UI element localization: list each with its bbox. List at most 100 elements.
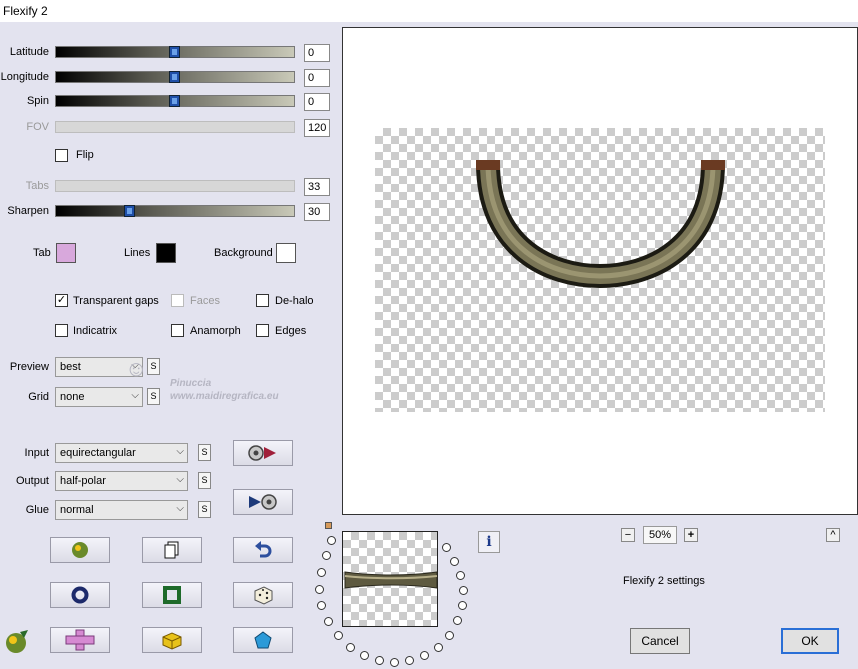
frame-icon: [163, 586, 181, 604]
output-select[interactable]: half-polar ⌵: [55, 471, 188, 491]
zoom-out-button[interactable]: −: [621, 528, 635, 542]
window-title: Flexify 2: [3, 4, 48, 18]
orbit-dot[interactable]: [346, 643, 355, 652]
anamorph-label: Anamorph: [190, 325, 241, 337]
transparent-gaps-checkbox[interactable]: ✓: [55, 294, 68, 307]
spin-input[interactable]: 0: [304, 93, 330, 111]
cancel-button[interactable]: Cancel: [630, 628, 690, 654]
sharpen-label: Sharpen: [7, 205, 49, 217]
tab-color-swatch[interactable]: [56, 243, 76, 263]
fov-input[interactable]: 120: [304, 119, 330, 137]
edges-checkbox[interactable]: [256, 324, 269, 337]
orbit-dot[interactable]: [375, 656, 384, 665]
transparent-gaps-label: Transparent gaps: [73, 295, 159, 307]
info-button[interactable]: i: [478, 531, 500, 553]
cross-net-icon: [65, 629, 95, 651]
latitude-label: Latitude: [9, 46, 49, 58]
anamorph-checkbox[interactable]: [171, 324, 184, 337]
frame-button[interactable]: [142, 582, 202, 608]
orbit-dot[interactable]: [334, 631, 343, 640]
lines-color-swatch[interactable]: [156, 243, 176, 263]
grid-s-button[interactable]: S: [147, 388, 160, 405]
tabs-input[interactable]: 33: [304, 178, 330, 196]
dice-icon: [254, 586, 273, 605]
orbit-dot[interactable]: [360, 651, 369, 660]
preview-panel[interactable]: [342, 27, 858, 515]
orbit-dot[interactable]: [459, 586, 468, 595]
orbit-dot[interactable]: [324, 617, 333, 626]
fov-slider: [55, 121, 295, 133]
watermark-name: Pinuccia: [170, 378, 212, 389]
zoom-in-button[interactable]: +: [684, 528, 698, 542]
orbit-dot[interactable]: [434, 643, 443, 652]
cross-net-button[interactable]: [50, 627, 110, 653]
indicatrix-checkbox[interactable]: [55, 324, 68, 337]
latitude-thumb[interactable]: [169, 46, 180, 58]
orbit-dot[interactable]: [458, 601, 467, 610]
orbit-dot[interactable]: [456, 571, 465, 580]
input-s-button[interactable]: S: [198, 444, 211, 461]
randomize-planet-button[interactable]: [50, 537, 110, 563]
faces-checkbox: [171, 294, 184, 307]
orbit-handle-icon[interactable]: [325, 522, 332, 529]
sharpen-slider[interactable]: [55, 205, 295, 217]
zoom-level[interactable]: 50%: [643, 526, 677, 544]
cube-icon: [162, 632, 182, 650]
output-to-input-button[interactable]: [233, 489, 293, 515]
random-dice-button[interactable]: [233, 582, 293, 608]
longitude-slider[interactable]: [55, 71, 295, 83]
ring-button[interactable]: [50, 582, 110, 608]
spin-thumb[interactable]: [169, 95, 180, 107]
latitude-input[interactable]: 0: [304, 44, 330, 62]
planet-icon: [72, 542, 88, 558]
cube-button[interactable]: [142, 627, 202, 653]
orbit-dot[interactable]: [315, 585, 324, 594]
orbit-dot[interactable]: [442, 543, 451, 552]
tabs-label: Tabs: [25, 180, 49, 192]
chevron-down-icon: ⌵: [176, 474, 184, 485]
de-halo-label: De-halo: [275, 295, 314, 307]
copy-button[interactable]: [142, 537, 202, 563]
checkmark-icon: ✓: [56, 294, 67, 306]
de-halo-checkbox[interactable]: [256, 294, 269, 307]
orbit-dot[interactable]: [445, 631, 454, 640]
glue-select[interactable]: normal ⌵: [55, 500, 188, 520]
longitude-thumb[interactable]: [169, 71, 180, 83]
faces-label: Faces: [190, 295, 220, 307]
background-color-swatch[interactable]: [276, 243, 296, 263]
orbit-dot[interactable]: [317, 601, 326, 610]
grid-label: Grid: [28, 391, 49, 403]
ok-button[interactable]: OK: [781, 628, 839, 654]
spin-slider[interactable]: [55, 95, 295, 107]
grid-select[interactable]: none ⌵: [55, 387, 143, 407]
orbit-dot[interactable]: [453, 616, 462, 625]
input-to-output-button[interactable]: [233, 440, 293, 466]
preview-s-button[interactable]: S: [147, 358, 160, 375]
undo-button[interactable]: [233, 537, 293, 563]
latitude-slider[interactable]: [55, 46, 295, 58]
thumbnail-preview[interactable]: [342, 531, 438, 627]
longitude-label: Longitude: [0, 71, 49, 83]
sharpen-input[interactable]: 30: [304, 203, 330, 221]
orbit-dot[interactable]: [327, 536, 336, 545]
flip-checkbox[interactable]: [55, 149, 68, 162]
orbit-dot[interactable]: [317, 568, 326, 577]
sharpen-thumb[interactable]: [124, 205, 135, 217]
pentagon-button[interactable]: [233, 627, 293, 653]
chevron-down-icon: ⌵: [176, 503, 184, 514]
orbit-dot[interactable]: [450, 557, 459, 566]
output-select-value: half-polar: [60, 475, 106, 487]
orbit-dot[interactable]: [420, 651, 429, 660]
preview-select-value: best: [60, 361, 81, 373]
output-label: Output: [15, 475, 49, 487]
orbit-dot[interactable]: [322, 551, 331, 560]
output-s-button[interactable]: S: [198, 472, 211, 489]
undo-icon: [255, 541, 272, 558]
input-select-value: equirectangular: [60, 447, 136, 459]
input-select[interactable]: equirectangular ⌵: [55, 443, 188, 463]
orbit-dot[interactable]: [390, 658, 399, 667]
orbit-dot[interactable]: [405, 656, 414, 665]
glue-s-button[interactable]: S: [198, 501, 211, 518]
longitude-input[interactable]: 0: [304, 69, 330, 87]
collapse-button[interactable]: ^: [826, 528, 840, 542]
